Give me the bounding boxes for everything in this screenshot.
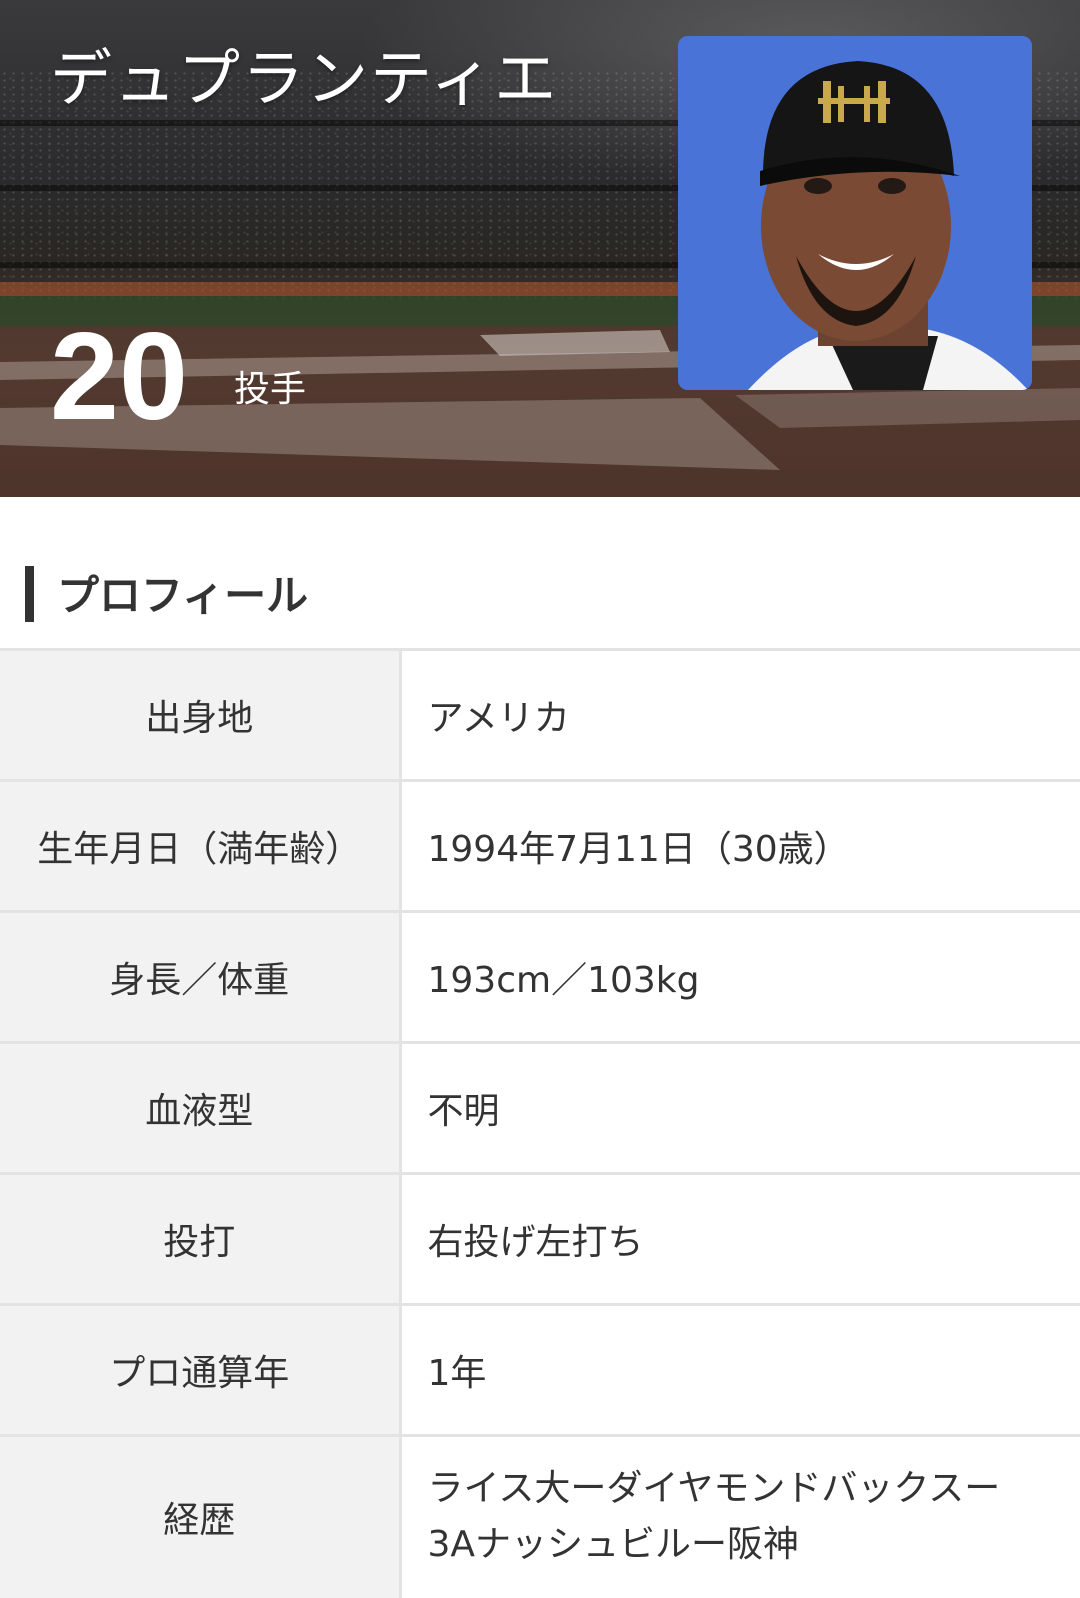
profile-row-blood-type: 血液型 不明: [0, 1041, 1080, 1174]
profile-row-birthplace: 出身地 アメリカ: [0, 648, 1080, 781]
career-line-2: 3Aナッシュビルー阪神: [427, 1524, 800, 1566]
profile-value: 1年: [400, 1303, 1080, 1436]
player-hero-banner: デュプランティエ 20 投手: [0, 0, 1080, 497]
profile-value: アメリカ: [400, 648, 1080, 781]
profile-row-career: 経歴 ライス大ーダイヤモンドバックスー 3Aナッシュビルー阪神: [0, 1434, 1080, 1598]
profile-heading: プロフィール: [57, 571, 309, 620]
position-label: 投手: [234, 369, 307, 410]
profile-row-birthdate: 生年月日（満年齢） 1994年7月11日（30歳）: [0, 779, 1080, 912]
profile-table: 出身地 アメリカ 生年月日（満年齢） 1994年7月11日（30歳） 身長／体重…: [0, 648, 1080, 1598]
profile-label: プロ通算年: [0, 1303, 402, 1436]
profile-value: 193cm／103kg: [400, 910, 1080, 1043]
profile-label: 出身地: [0, 648, 402, 781]
player-name: デュプランティエ: [50, 42, 559, 115]
profile-label: 投打: [0, 1172, 402, 1305]
profile-label: 生年月日（満年齢）: [0, 779, 402, 912]
career-line-1: ライス大ーダイヤモンドバックスー: [427, 1468, 1001, 1510]
profile-label: 身長／体重: [0, 910, 402, 1043]
section-heading-bar: [25, 566, 34, 622]
player-photo: [678, 36, 1032, 390]
profile-label: 血液型: [0, 1041, 402, 1174]
profile-label: 経歴: [0, 1434, 402, 1598]
profile-value: 不明: [400, 1041, 1080, 1174]
jersey-number: 20: [50, 308, 188, 446]
profile-value-career: ライス大ーダイヤモンドバックスー 3Aナッシュビルー阪神: [400, 1434, 1080, 1598]
player-portrait-image: [678, 36, 1032, 390]
profile-row-throws-bats: 投打 右投げ左打ち: [0, 1172, 1080, 1305]
profile-row-pro-years: プロ通算年 1年: [0, 1303, 1080, 1436]
profile-value: 1994年7月11日（30歳）: [400, 779, 1080, 912]
profile-row-height-weight: 身長／体重 193cm／103kg: [0, 910, 1080, 1043]
profile-value: 右投げ左打ち: [400, 1172, 1080, 1305]
